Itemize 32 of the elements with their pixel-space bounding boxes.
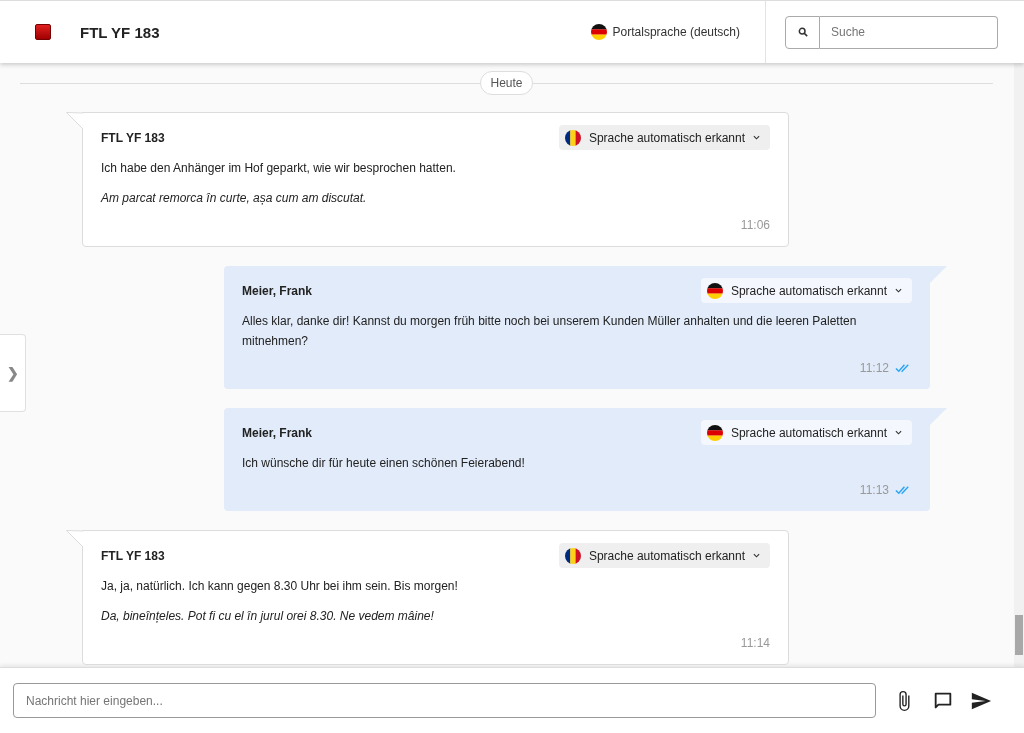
portal-language-label[interactable]: Portalsprache (deutsch) bbox=[612, 25, 740, 39]
scrollbar[interactable] bbox=[1014, 63, 1024, 667]
search-icon[interactable] bbox=[797, 27, 808, 37]
sender-name: Meier, Frank bbox=[242, 283, 313, 298]
sender-name: FTL YF 183 bbox=[101, 548, 165, 563]
language-dropdown[interactable]: Sprache automatisch erkannt bbox=[558, 543, 770, 568]
date-divider: Heute bbox=[480, 71, 533, 95]
search-button[interactable] bbox=[785, 15, 820, 49]
caret-icon bbox=[753, 135, 760, 140]
caret-icon bbox=[895, 430, 902, 435]
caret-icon bbox=[753, 553, 760, 558]
message-time: 11:12 bbox=[859, 361, 889, 375]
status-icon bbox=[35, 24, 51, 40]
message-time: 11:13 bbox=[859, 483, 889, 497]
message-input[interactable]: Nachricht hier eingeben... bbox=[13, 683, 876, 718]
side-panel-toggle[interactable]: ❯ bbox=[0, 334, 26, 412]
search-field[interactable]: Suche bbox=[820, 15, 998, 49]
language-dropdown[interactable]: Sprache automatisch erkannt bbox=[700, 420, 912, 445]
message-text: Ich wünsche dir für heute einen schönen Feierabend! bbox=[242, 455, 526, 472]
sender-name: FTL YF 183 bbox=[101, 130, 165, 145]
caret-icon bbox=[895, 288, 902, 293]
message-time: 11:06 bbox=[740, 218, 770, 232]
translated-text: Da, bineînțeles. Pot fi cu el în jurul orei 8.30. Ne vedem mâine! bbox=[101, 608, 435, 625]
message-text: Ja, ja, natürlich. Ich kann gegen 8.30 Uhr bei ihm sein. Bis morgen! bbox=[101, 578, 459, 595]
message-text: Ich habe den Anhänger im Hof geparkt, wie wir besprochen hatten. bbox=[101, 160, 457, 177]
sender-name: Meier, Frank bbox=[242, 425, 313, 440]
message-time: 11:14 bbox=[740, 636, 770, 650]
language-dropdown[interactable]: Sprache automatisch erkannt bbox=[700, 278, 912, 303]
translated-text: Am parcat remorca în curte, așa cum am discutat. bbox=[101, 190, 368, 207]
message-text: Alles klar, danke dir! Kannst du morgen früh bitte noch bei unserem Kunden Müller anhalten und die leeren Paletten mitnehmen? bbox=[242, 313, 858, 350]
language-dropdown[interactable]: Sprache automatisch erkannt bbox=[558, 125, 770, 150]
chat-title: FTL YF 183 bbox=[80, 23, 160, 41]
